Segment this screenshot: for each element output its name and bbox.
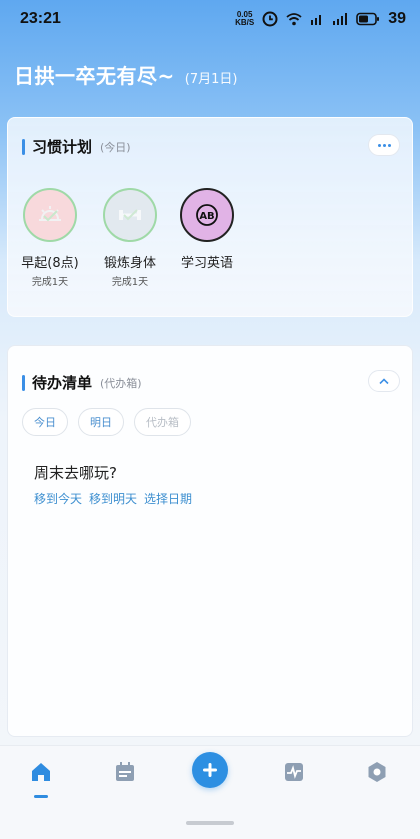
habit-card-subtitle: (今日) (100, 140, 131, 154)
add-button[interactable] (192, 752, 228, 788)
chip-inbox[interactable]: 代办箱 (134, 408, 191, 436)
settings-icon (368, 762, 386, 782)
network-speed-unit: KB/S (235, 18, 255, 27)
wifi-icon (286, 13, 302, 26)
activity-icon (285, 763, 303, 781)
todo-item[interactable]: 周末去哪玩? 移到今天 移到明天 选择日期 (34, 462, 192, 507)
page-title: 日拱一卒无有尽~ (14, 64, 175, 88)
status-icons: 0.05 KB/S 39 (235, 10, 406, 28)
clock-icon (262, 11, 278, 27)
accent-bar (22, 138, 25, 155)
battery-level: 39 (388, 10, 406, 27)
nav-home[interactable] (23, 756, 59, 788)
habit-card-header: 习惯计划 (今日) (22, 136, 131, 157)
habit-name: 学习英语 (180, 256, 233, 271)
sunrise-icon (39, 206, 61, 222)
more-dots-icon (377, 143, 391, 147)
calendar-icon (116, 762, 134, 781)
page-header: 日拱一卒无有尽~ (7月1日) (14, 60, 237, 89)
home-icon (32, 763, 50, 781)
status-time: 23:21 (20, 10, 61, 27)
habit-circle (103, 188, 157, 242)
habit-plan-card: 习惯计划 (今日) 早起(8点) 完成1天 锻炼身体 完成1天 AB 学习英语 (7, 117, 413, 317)
add-icon (203, 763, 217, 777)
habit-name: 早起(8点) (21, 256, 79, 271)
nav-active-indicator (34, 795, 48, 798)
more-button[interactable] (368, 134, 400, 156)
home-indicator (186, 821, 234, 825)
habit-item-wake-up[interactable]: 早起(8点) 完成1天 (10, 188, 90, 288)
svg-text:AB: AB (199, 211, 214, 222)
accent-bar (22, 374, 25, 391)
battery-icon (356, 12, 380, 26)
chevron-up-icon (379, 378, 389, 385)
habit-item-exercise[interactable]: 锻炼身体 完成1天 (90, 188, 170, 288)
todo-actions: 移到今天 移到明天 选择日期 (34, 490, 192, 507)
move-to-today-link[interactable]: 移到今天 (34, 490, 82, 507)
todo-filter-chips: 今日 明日 代办箱 (22, 408, 191, 436)
nav-calendar[interactable] (107, 756, 143, 788)
habit-item-english[interactable]: AB 学习英语 (167, 188, 247, 271)
nav-settings[interactable] (359, 756, 395, 788)
habit-stat: 完成1天 (31, 277, 69, 288)
network-speed: 0.05 KB/S (235, 11, 254, 27)
todo-card-header: 待办清单 (代办箱) (22, 372, 142, 393)
bottom-nav (0, 745, 420, 839)
signal-icon (333, 13, 348, 25)
ab-letters-icon: AB (196, 204, 218, 226)
chip-today[interactable]: 今日 (22, 408, 68, 436)
nav-activity[interactable] (276, 756, 312, 788)
habit-stat: 完成1天 (111, 277, 149, 288)
page-date: (7月1日) (184, 72, 238, 87)
choose-date-link[interactable]: 选择日期 (144, 490, 192, 507)
habit-circle (23, 188, 77, 242)
status-bar: 23:21 0.05 KB/S 39 (0, 0, 420, 40)
dumbbell-icon (119, 209, 141, 221)
chip-tomorrow[interactable]: 明日 (78, 408, 124, 436)
todo-card-title: 待办清单 (32, 374, 93, 392)
habit-circle: AB (180, 188, 234, 242)
todo-card-subtitle: (代办箱) (100, 376, 142, 390)
todo-list-card: 待办清单 (代办箱) 今日 明日 代办箱 周末去哪玩? 移到今天 移到明天 选择… (7, 345, 413, 737)
habit-name: 锻炼身体 (103, 256, 156, 271)
habit-card-title: 习惯计划 (32, 138, 93, 156)
collapse-button[interactable] (368, 370, 400, 392)
todo-text: 周末去哪玩? (34, 464, 117, 482)
signal-4g-icon (311, 15, 322, 25)
move-to-tomorrow-link[interactable]: 移到明天 (89, 490, 137, 507)
